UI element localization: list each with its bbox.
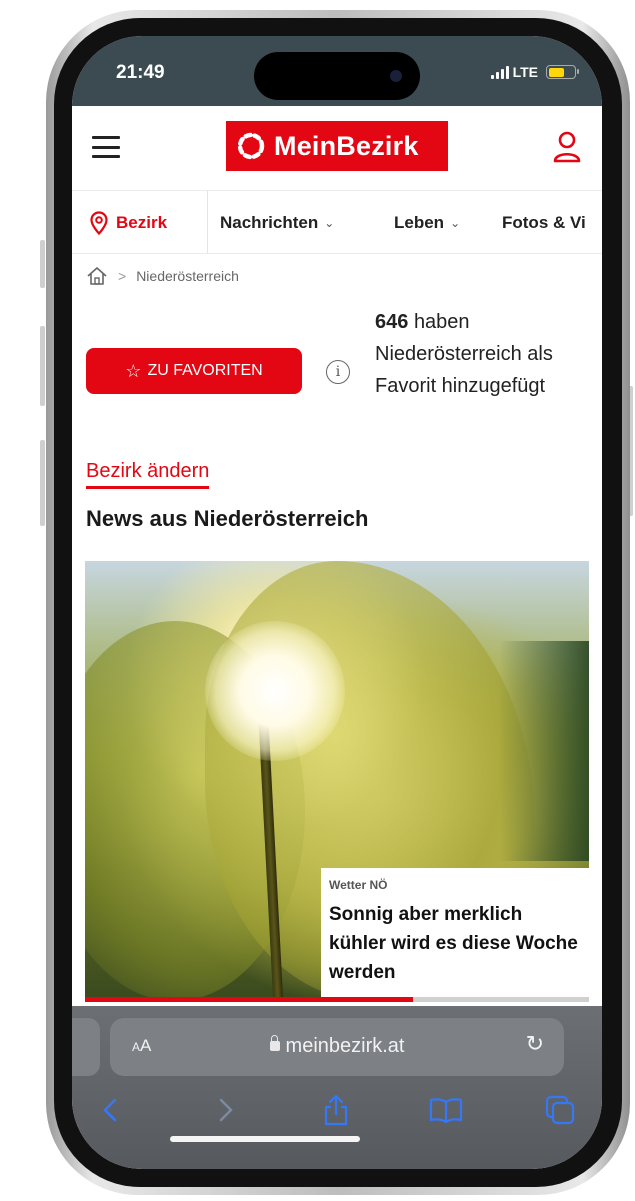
lock-icon — [269, 1035, 280, 1051]
reload-icon[interactable]: ↻ — [526, 1032, 544, 1057]
add-favorite-button[interactable]: ☆ ZU FAVORITEN — [86, 348, 302, 394]
browser-toolbar — [72, 1090, 602, 1140]
nav-item-nachrichten[interactable]: Nachrichten ⌄ — [220, 191, 335, 253]
foliage-shadow — [499, 641, 589, 861]
status-bar: 21:49 LTE — [72, 36, 602, 106]
address-bar[interactable]: AA meinbezirk.at ↻ — [110, 1018, 564, 1076]
info-icon[interactable]: i — [326, 360, 350, 384]
site-logo[interactable]: MeinBezirk — [226, 121, 448, 171]
breadcrumb-current[interactable]: Niederösterreich — [136, 268, 239, 284]
user-icon[interactable] — [552, 130, 582, 164]
back-button[interactable] — [90, 1090, 130, 1130]
nav-item-label: Leben — [394, 212, 445, 232]
logo-text: MeinBezirk — [274, 130, 419, 161]
url-display[interactable]: meinbezirk.at — [110, 1035, 564, 1058]
nav-bezirk[interactable]: Bezirk — [72, 191, 208, 253]
sun-glare — [205, 621, 345, 761]
home-icon[interactable] — [86, 266, 108, 286]
main-nav: Bezirk Nachrichten ⌄ Leben ⌄ Fotos & Vi — [72, 190, 602, 254]
article-card[interactable]: Wetter NÖ Sonnig aber merklich kühler wi… — [321, 868, 589, 1001]
home-indicator[interactable] — [170, 1136, 360, 1142]
site-header: MeinBezirk — [72, 106, 602, 190]
chevron-right-icon — [219, 1098, 233, 1122]
nav-item-leben[interactable]: Leben ⌄ — [394, 191, 461, 253]
book-icon — [429, 1098, 463, 1123]
tabs-icon — [545, 1095, 575, 1125]
star-icon: ☆ — [125, 360, 142, 381]
browser-bar: AA meinbezirk.at ↻ — [72, 1006, 602, 1169]
forward-button[interactable] — [206, 1090, 246, 1130]
location-pin-icon — [90, 210, 108, 235]
previous-tab-preview[interactable] — [72, 1018, 100, 1076]
article-category: Wetter NÖ — [329, 878, 388, 892]
camera-icon — [390, 70, 402, 82]
nav-item-label: Fotos & Vi — [502, 212, 586, 232]
nav-bezirk-label: Bezirk — [116, 212, 168, 232]
favorite-count: 646 — [375, 311, 409, 333]
network-type: LTE — [512, 64, 538, 80]
url-text: meinbezirk.at — [285, 1035, 405, 1057]
carousel-progress-fill — [85, 997, 413, 1002]
chevron-down-icon: ⌄ — [450, 215, 461, 230]
status-indicators: LTE — [490, 64, 579, 80]
breadcrumb: > Niederösterreich — [86, 266, 239, 286]
news-heading: News aus Niederösterreich — [86, 506, 369, 531]
phone-screen: 21:49 LTE MeinBezirk Bezirk Nachrichten … — [72, 36, 602, 1169]
side-button-action — [40, 240, 45, 288]
hamburger-icon[interactable] — [92, 136, 120, 158]
side-button-volume-down — [40, 440, 45, 526]
status-time: 21:49 — [116, 62, 165, 83]
add-favorite-label: ZU FAVORITEN — [147, 362, 263, 379]
chevron-left-icon — [103, 1098, 117, 1122]
share-icon — [324, 1094, 348, 1126]
chevron-down-icon: ⌄ — [324, 215, 335, 230]
battery-icon — [546, 65, 579, 79]
favorite-count-text: 646 haben Niederösterreich als Favorit h… — [375, 306, 585, 402]
dynamic-island — [254, 52, 420, 100]
bookmarks-button[interactable] — [426, 1090, 466, 1130]
breadcrumb-separator: > — [118, 268, 127, 284]
nav-item-label: Nachrichten — [220, 212, 319, 232]
side-button-volume-up — [40, 326, 45, 406]
tabs-button[interactable] — [540, 1090, 580, 1130]
share-button[interactable] — [316, 1090, 356, 1130]
article-teaser[interactable]: Wetter NÖ Sonnig aber merklich kühler wi… — [85, 561, 589, 1001]
nav-item-fotos[interactable]: Fotos & Vi — [502, 191, 586, 253]
article-title[interactable]: Sonnig aber merklich kühler wird es dies… — [329, 900, 581, 987]
change-bezirk-link[interactable]: Bezirk ändern — [86, 460, 210, 489]
signal-icon — [490, 65, 509, 79]
carousel-progress — [85, 997, 589, 1002]
logo-sun-icon — [237, 132, 265, 160]
